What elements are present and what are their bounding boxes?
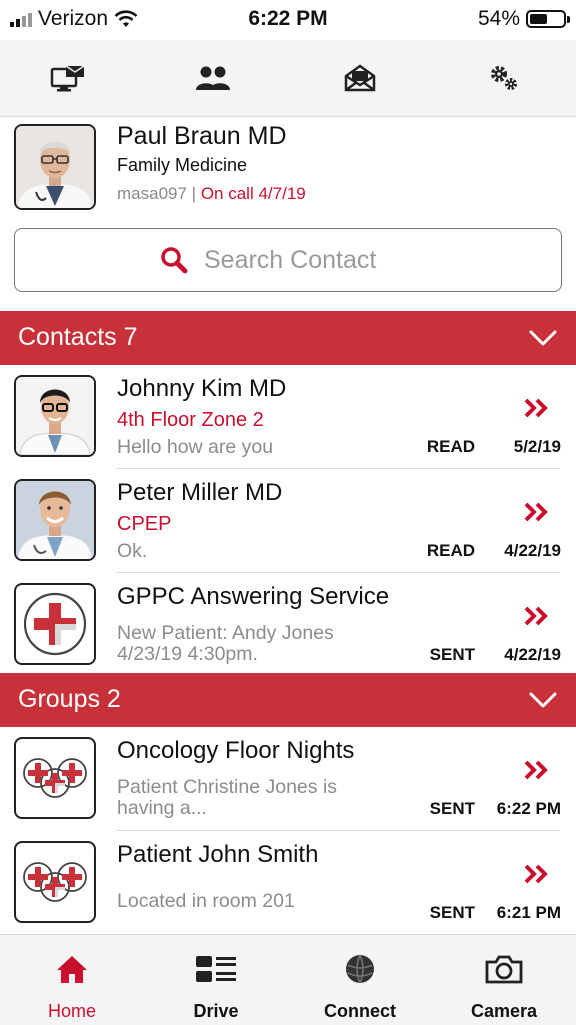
message-status: READ: [426, 437, 475, 456]
groups-button[interactable]: [193, 58, 233, 98]
contact-avatar: [14, 479, 96, 561]
profile-name: Paul Braun MD: [117, 122, 287, 150]
tab-home[interactable]: Home: [0, 935, 144, 1025]
search-box[interactable]: [14, 228, 562, 292]
group-avatar: [14, 841, 96, 923]
people-icon: [196, 66, 230, 90]
doctor-portrait-icon: [16, 481, 94, 559]
profile-username: masa097: [117, 184, 187, 203]
contact-avatar: [14, 583, 96, 665]
settings-button[interactable]: [484, 58, 524, 98]
group-name: Oncology Floor Nights: [117, 737, 355, 764]
doctor-portrait-icon: [16, 126, 94, 208]
message-date: 5/2/19: [513, 437, 561, 456]
message-preview-line2: having a...: [117, 797, 207, 819]
service-logo-icon: [23, 592, 87, 656]
search-input[interactable]: [202, 244, 416, 276]
globe-icon: [346, 954, 374, 984]
group-logo-icon: [23, 758, 87, 798]
profile-avatar[interactable]: [14, 124, 96, 210]
top-toolbar: [0, 40, 576, 117]
group-logo-icon: [23, 862, 87, 902]
double-chevron-right-icon: [524, 398, 548, 418]
contact-row[interactable]: Johnny Kim MD 4th Floor Zone 2 Hello how…: [0, 365, 576, 469]
contact-row[interactable]: Peter Miller MD CPEP Ok. READ 4/22/19: [0, 469, 576, 573]
group-name: Patient John Smith: [117, 841, 319, 868]
chevron-down-icon: [529, 330, 557, 346]
group-avatar: [14, 737, 96, 819]
message-date: 4/22/19: [504, 541, 561, 560]
tab-drive[interactable]: Drive: [144, 935, 288, 1025]
tab-connect[interactable]: Connect: [288, 935, 432, 1025]
camera-icon: [485, 955, 523, 984]
message-preview: Ok.: [117, 540, 148, 562]
message-status: SENT: [429, 799, 475, 818]
message-date: 4/22/19: [504, 645, 561, 664]
chevron-down-icon: [529, 692, 557, 708]
contact-row[interactable]: GPPC Answering Service New Patient: Andy…: [0, 573, 576, 677]
drive-icon: [196, 956, 236, 982]
double-chevron-right-icon: [524, 760, 548, 780]
message-monitor-button[interactable]: [48, 58, 88, 98]
envelope-icon: [344, 64, 376, 92]
bottom-tab-bar: Home Drive Connect Camera: [0, 934, 576, 1025]
tab-connect-label: Connect: [324, 1001, 396, 1021]
message-preview: Hello how are you: [117, 436, 274, 458]
message-status: READ: [426, 541, 475, 560]
message-status: SENT: [429, 645, 475, 664]
home-icon: [57, 956, 87, 983]
message-date: 6:21 PM: [496, 903, 561, 922]
double-chevron-right-icon: [524, 502, 548, 522]
double-chevron-right-icon: [524, 864, 548, 884]
profile-specialty: Family Medicine: [117, 155, 248, 175]
contact-name: Johnny Kim MD: [117, 375, 287, 402]
group-row[interactable]: Patient John Smith Located in room 201 S…: [0, 831, 576, 935]
status-bar: Verizon 6:22 PM 54%: [0, 0, 576, 40]
message-status: SENT: [429, 903, 475, 922]
contact-name: GPPC Answering Service: [117, 583, 390, 610]
contact-name: Peter Miller MD: [117, 479, 283, 506]
contacts-header-label: Contacts 7: [18, 323, 138, 351]
battery-icon: [526, 10, 570, 28]
gears-icon: [491, 66, 517, 90]
message-preview: Located in room 201: [117, 890, 295, 912]
group-row[interactable]: Oncology Floor Nights Patient Christine …: [0, 727, 576, 831]
meta-separator: |: [191, 184, 197, 203]
message-preview-line1: New Patient: Andy Jones: [117, 622, 334, 644]
battery-indicator: 54%: [477, 7, 570, 31]
groups-section-header[interactable]: Groups 2: [0, 673, 576, 727]
message-monitor-icon: [50, 65, 85, 92]
double-chevron-right-icon: [524, 606, 548, 626]
message-preview-line1: Patient Christine Jones is: [117, 776, 338, 798]
doctor-portrait-icon: [16, 377, 94, 455]
tab-camera-label: Camera: [470, 1001, 538, 1021]
battery-percent: 54%: [477, 7, 520, 30]
contact-location: 4th Floor Zone 2: [117, 409, 264, 431]
contact-avatar: [14, 375, 96, 457]
contacts-section-header[interactable]: Contacts 7: [0, 311, 576, 365]
profile-meta: masa097 | On call 4/7/19: [117, 184, 306, 204]
tab-camera[interactable]: Camera: [432, 935, 576, 1025]
tab-home-label: Home: [47, 1001, 96, 1021]
search-icon: [161, 247, 188, 274]
tab-drive-label: Drive: [193, 1001, 239, 1021]
contact-location: CPEP: [117, 513, 172, 535]
message-date: 6:22 PM: [496, 799, 561, 818]
inbox-button[interactable]: [340, 58, 380, 98]
on-call-status: On call 4/7/19: [200, 184, 306, 203]
groups-header-label: Groups 2: [18, 685, 121, 713]
message-preview-line2: 4/23/19 4:30pm.: [117, 643, 258, 665]
